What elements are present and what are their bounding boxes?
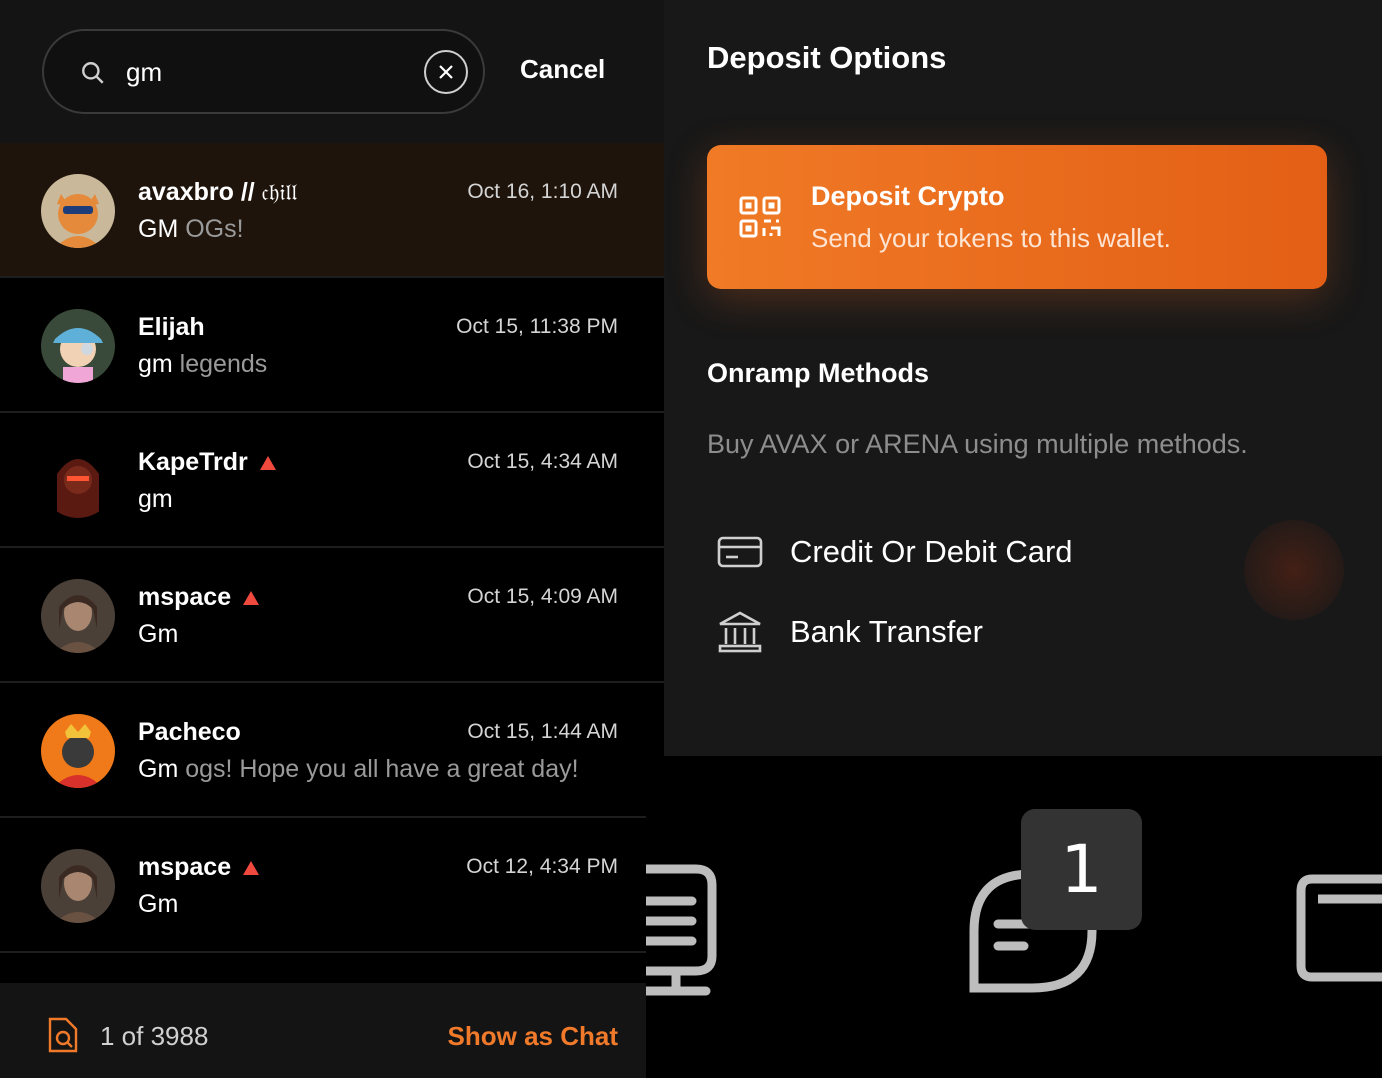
chat-unread-badge: 1: [1021, 809, 1142, 930]
message-preview: Gm ogs! Hope you all have a great day!: [138, 755, 579, 783]
warning-triangle-icon: [259, 455, 276, 470]
show-as-chat-button[interactable]: Show as Chat: [448, 1021, 618, 1052]
result-row[interactable]: avaxbro // 𝔠𝔥𝔦𝔩𝔩 Oct 16, 1:10 AM GM OGs!: [0, 143, 664, 278]
warning-triangle-icon: [243, 590, 260, 605]
contact-name: mspace: [138, 853, 260, 882]
result-row[interactable]: mspace Oct 12, 4:34 PM Gm: [0, 818, 664, 953]
deposit-crypto-title: Deposit Crypto: [811, 181, 1005, 211]
result-row[interactable]: KapeTrdr Oct 15, 4:34 AM gm: [0, 413, 664, 548]
contact-name: KapeTrdr: [138, 448, 276, 477]
message-preview: Gm: [138, 620, 179, 648]
message-preview: Gm: [138, 890, 179, 918]
search-input[interactable]: [126, 49, 416, 95]
contact-name: Elijah: [138, 313, 205, 341]
background-glow: [1244, 520, 1344, 620]
onramp-subtitle: Buy AVAX or ARENA using multiple methods…: [707, 429, 1248, 459]
wallet-icon[interactable]: [1296, 871, 1382, 986]
results-list: avaxbro // 𝔠𝔥𝔦𝔩𝔩 Oct 16, 1:10 AM GM OGs!…: [0, 143, 664, 953]
message-time: Oct 15, 11:38 PM: [456, 315, 618, 338]
message-time: Oct 12, 4:34 PM: [466, 855, 618, 878]
clear-search-button[interactable]: [424, 50, 468, 94]
message-preview: GM OGs!: [138, 215, 244, 243]
avatar: [41, 849, 115, 923]
warning-triangle-icon: [243, 860, 260, 875]
deposit-panel: Deposit Options Deposit Crypto Send your…: [664, 0, 1382, 756]
bank-icon: [718, 611, 762, 653]
close-icon: [439, 65, 453, 79]
avatar: [41, 579, 115, 653]
contact-name: avaxbro // 𝔠𝔥𝔦𝔩𝔩: [138, 178, 298, 206]
result-count: 1 of 3988: [100, 1021, 209, 1051]
message-time: Oct 15, 1:44 AM: [467, 720, 618, 743]
avatar: [41, 444, 115, 518]
onramp-title: Onramp Methods: [707, 358, 930, 388]
credit-card-label: Credit Or Debit Card: [790, 534, 1073, 569]
search-box[interactable]: [42, 29, 485, 114]
message-preview: gm: [138, 485, 173, 513]
result-row[interactable]: Elijah Oct 15, 11:38 PM gm legends: [0, 278, 664, 413]
contact-name: mspace: [138, 583, 260, 612]
cancel-button[interactable]: Cancel: [520, 54, 605, 85]
message-time: Oct 16, 1:10 AM: [467, 180, 618, 203]
deposit-title: Deposit Options: [707, 40, 947, 75]
avatar: [41, 309, 115, 383]
result-row[interactable]: Pacheco Oct 15, 1:44 AM Gm ogs! Hope you…: [0, 683, 664, 818]
message-preview: gm legends: [138, 350, 268, 378]
qr-code-icon: [739, 196, 781, 238]
credit-card-icon: [717, 536, 763, 568]
deposit-crypto-button[interactable]: Deposit Crypto Send your tokens to this …: [707, 145, 1327, 289]
search-results-panel: Cancel avaxbro // 𝔠𝔥𝔦𝔩𝔩 Oct 16, 1:10 AM …: [0, 0, 664, 1078]
search-footer: 1 of 3988 Show as Chat: [0, 983, 646, 1078]
result-row[interactable]: mspace Oct 15, 4:09 AM Gm: [0, 548, 664, 683]
message-time: Oct 15, 4:09 AM: [467, 585, 618, 608]
contact-name: Pacheco: [138, 718, 241, 746]
search-header: Cancel: [0, 0, 664, 143]
avatar: [41, 714, 115, 788]
search-document-icon: [48, 1017, 78, 1053]
bank-transfer-label: Bank Transfer: [790, 614, 983, 649]
feed-icon[interactable]: [646, 861, 726, 1006]
message-time: Oct 15, 4:34 AM: [467, 450, 618, 473]
search-icon: [82, 62, 104, 84]
avatar: [41, 174, 115, 248]
bank-transfer-option[interactable]: Bank Transfer: [716, 607, 983, 657]
bottom-nav: 1: [646, 756, 1382, 1078]
deposit-crypto-subtitle: Send your tokens to this wallet.: [811, 223, 1171, 253]
credit-debit-card-option[interactable]: Credit Or Debit Card: [716, 527, 1073, 577]
